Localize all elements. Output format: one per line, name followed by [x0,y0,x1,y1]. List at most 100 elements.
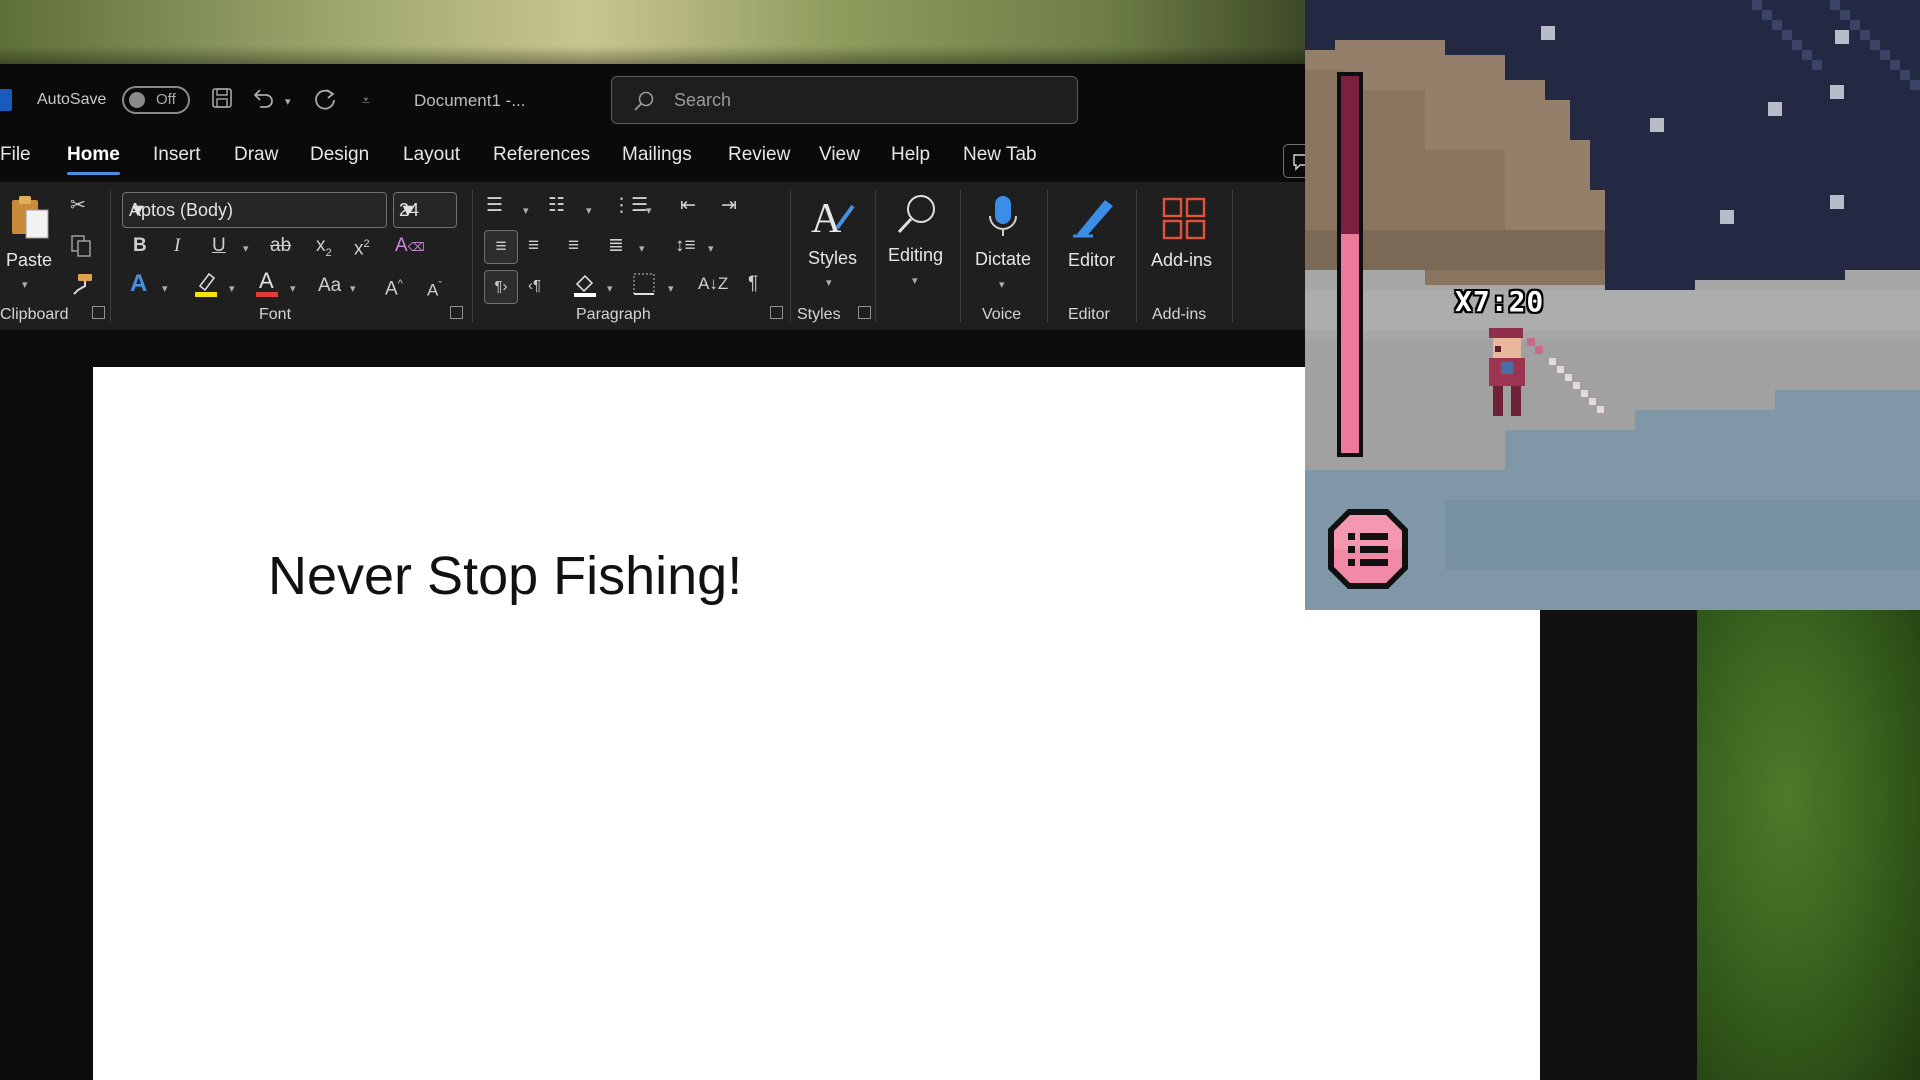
word-app-icon[interactable] [0,89,12,111]
clipboard-dialog-launcher[interactable] [92,306,105,319]
editing-label: Editing [888,245,944,265]
dictate-label: Dictate [975,249,1032,269]
font-color-icon[interactable]: A [254,268,280,305]
autosave-toggle[interactable]: Off [122,86,190,114]
subscript-icon[interactable]: x2 [316,234,332,265]
tab-insert[interactable]: Insert [153,144,201,166]
undo-dropdown-icon[interactable]: ▾ [285,95,291,108]
bold-icon[interactable]: B [133,234,147,258]
ribbon-separator [875,190,876,322]
bullets-icon[interactable]: ☰ [486,194,503,218]
tab-new-tab[interactable]: New Tab [963,144,1037,166]
format-painter-icon[interactable] [70,272,94,303]
change-case-icon[interactable]: Aa [318,274,341,298]
tab-file[interactable]: File [0,144,31,166]
superscript-icon[interactable]: x2 [354,232,370,261]
tab-draw[interactable]: Draw [234,144,278,166]
search-input[interactable] [674,87,1054,113]
undo-icon[interactable] [250,86,278,117]
autosave-label: AutoSave [37,91,107,108]
document-title[interactable]: Document1 -... [414,91,526,111]
desktop: AutoSave Off ▾ ⩡ Document1 -... Search F… [0,0,1920,1080]
font-size-select[interactable]: 24 ▼ [393,192,457,228]
editing-dropdown-icon[interactable]: ▾ [912,274,918,287]
increase-indent-icon[interactable]: ⇥ [721,194,737,218]
text-effects-icon[interactable]: A [130,272,147,296]
highlight-dropdown-icon[interactable]: ▾ [229,282,235,295]
save-icon[interactable] [210,86,234,117]
tab-design[interactable]: Design [310,144,369,166]
tab-home[interactable]: Home [67,144,120,175]
document-text[interactable]: Never Stop Fishing! [268,545,742,607]
borders-dropdown-icon[interactable]: ▾ [668,282,674,295]
tab-view[interactable]: View [819,144,860,166]
tab-references[interactable]: References [493,144,590,166]
strikethrough-icon[interactable]: ab [270,234,291,258]
numbering-icon[interactable]: ☷ [548,194,565,218]
search-box[interactable] [611,76,1078,124]
font-color-dropdown-icon[interactable]: ▾ [290,282,296,295]
rtl-icon[interactable]: ‹¶ [528,274,541,298]
styles-label: Styles [808,248,858,268]
highlight-icon[interactable] [193,270,219,305]
paste-dropdown-icon[interactable]: ▾ [22,278,28,291]
multilevel-dropdown-icon[interactable]: ▾ [646,204,652,217]
align-center-icon[interactable]: ≡ [528,234,539,258]
ribbon-separator [790,190,791,322]
italic-icon[interactable]: I [174,234,180,258]
justify-icon[interactable]: ≣ [608,234,624,258]
editor-button[interactable] [1067,194,1117,247]
align-right-icon[interactable]: ≡ [568,234,579,258]
redo-icon[interactable] [312,86,338,119]
shading-dropdown-icon[interactable]: ▾ [607,282,613,295]
line-spacing-icon[interactable]: ↕≡ [675,234,696,258]
svg-text:A: A [259,268,274,293]
multilevel-list-icon[interactable]: ⋮☰ [612,194,648,218]
ltr-icon[interactable]: ¶› [484,270,518,304]
tab-help[interactable]: Help [891,144,930,166]
numbering-dropdown-icon[interactable]: ▾ [586,204,592,217]
tab-review[interactable]: Review [728,144,790,166]
grow-font-icon[interactable]: A^ [385,272,403,301]
editing-button[interactable] [891,192,941,245]
cut-icon[interactable]: ✂ [70,194,86,218]
styles-dropdown-icon[interactable]: ▾ [826,276,832,289]
game-menu-button[interactable] [1324,505,1412,593]
clear-formatting-icon[interactable]: A⌫ [395,234,425,259]
font-dialog-launcher[interactable] [450,306,463,319]
dictate-dropdown-icon[interactable]: ▾ [999,278,1005,291]
shrink-font-icon[interactable]: Aˇ [427,274,442,303]
font-family-select[interactable]: Aptos (Body) ▼ [122,192,387,228]
sort-icon[interactable]: A↓Z [698,272,728,296]
ribbon-separator [1136,190,1137,322]
fishing-game-window: X7:20 [1305,0,1920,610]
borders-icon[interactable] [632,272,656,303]
styles-button[interactable]: A [808,194,858,245]
title-bar: AutoSave Off ▾ ⩡ Document1 -... [0,64,1305,136]
underline-icon[interactable]: U [212,234,226,258]
justify-dropdown-icon[interactable]: ▾ [639,242,645,255]
dictate-button[interactable] [980,192,1026,247]
magnifier-icon [897,195,935,234]
editor-group-label: Editor [1068,306,1110,323]
customize-toolbar-icon[interactable]: ⩡ [362,86,370,114]
autosave-state: Off [156,91,176,108]
bullets-dropdown-icon[interactable]: ▾ [523,204,529,217]
decrease-indent-icon[interactable]: ⇤ [680,194,696,218]
paragraph-dialog-launcher[interactable] [770,306,783,319]
editor-pen-icon [1073,200,1113,238]
shading-icon[interactable] [572,270,598,305]
copy-icon[interactable] [70,234,92,265]
styles-dialog-launcher[interactable] [858,306,871,319]
show-formatting-icon[interactable]: ¶ [748,272,758,296]
change-case-dropdown-icon[interactable]: ▾ [350,282,356,295]
tab-mailings[interactable]: Mailings [622,144,692,166]
addins-button[interactable] [1160,196,1208,247]
align-left-icon[interactable]: ≡ [484,230,518,264]
text-effects-dropdown-icon[interactable]: ▾ [162,282,168,295]
underline-dropdown-icon[interactable]: ▾ [243,242,249,255]
tab-layout[interactable]: Layout [403,144,460,166]
addins-grid-icon [1162,197,1206,240]
paste-button[interactable] [6,194,54,247]
line-spacing-dropdown-icon[interactable]: ▾ [708,242,714,255]
